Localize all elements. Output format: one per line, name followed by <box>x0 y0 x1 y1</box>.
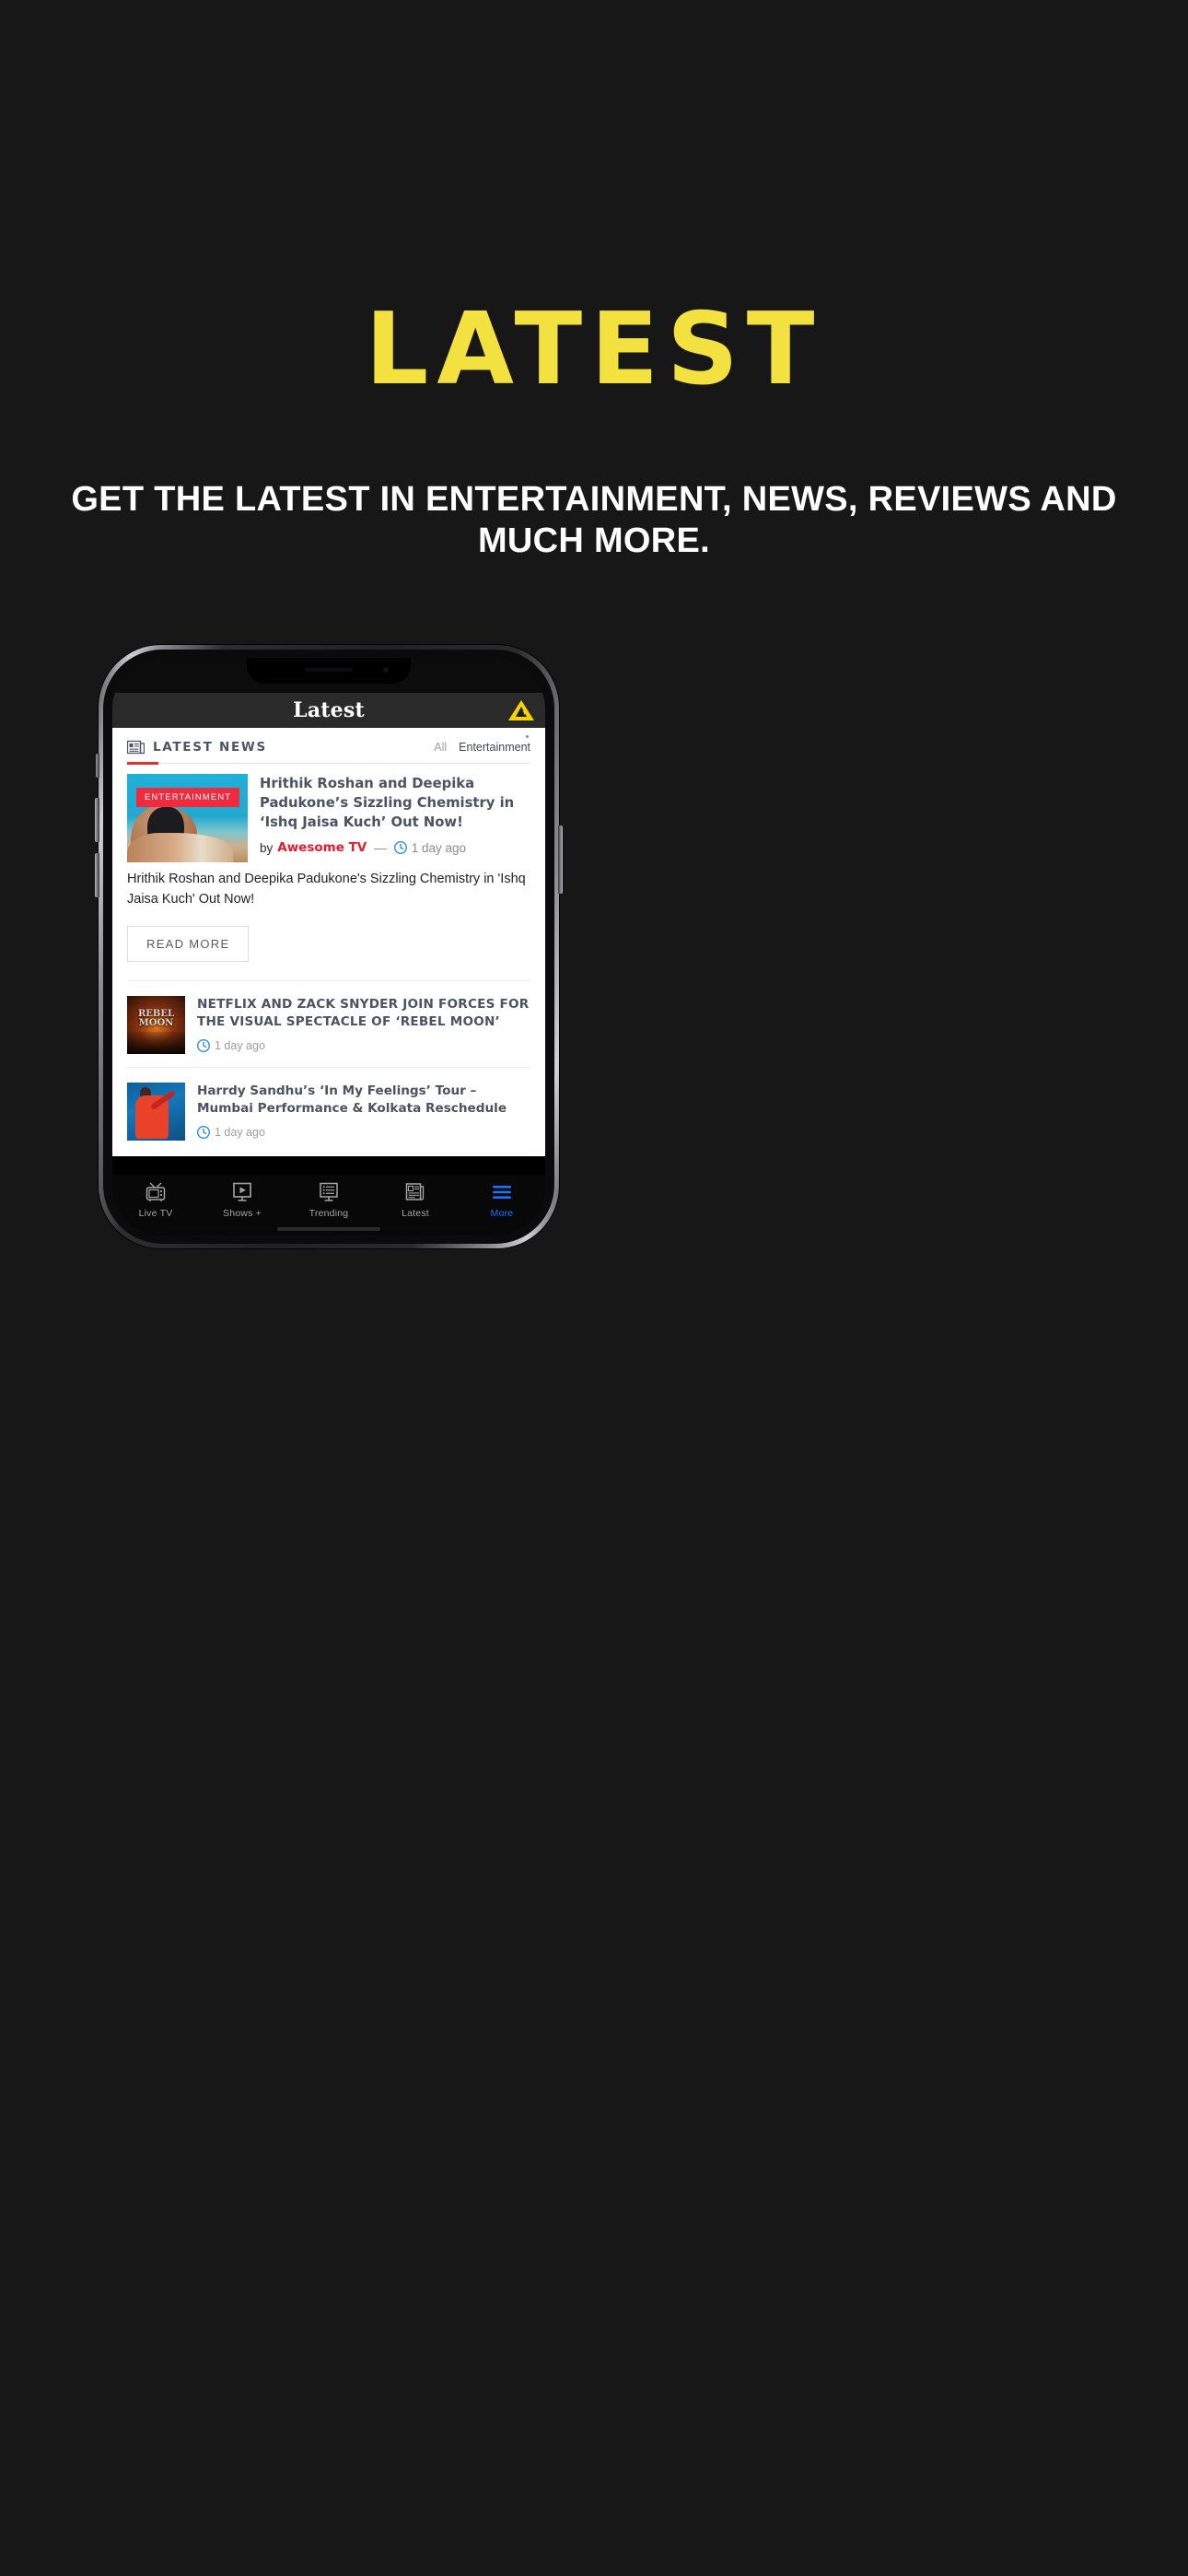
author-link[interactable]: Awesome TV <box>277 840 367 855</box>
article-title[interactable]: Harrdy Sandhu’s ‘In My Feelings’ Tour – … <box>197 1083 530 1118</box>
filter-all[interactable]: All <box>434 741 447 754</box>
tab-label: Shows + <box>223 1208 262 1219</box>
promo-subtitle: GET THE LATEST IN ENTERTAINMENT, NEWS, R… <box>71 480 1117 560</box>
by-label: by <box>260 840 274 855</box>
article-meta: 1 day ago <box>196 1125 530 1139</box>
featured-thumbnail[interactable]: ENTERTAINMENT <box>127 774 248 862</box>
list-item[interactable]: Harrdy Sandhu’s ‘In My Feelings’ Tour – … <box>112 1068 545 1153</box>
overflow-dot[interactable] <box>526 735 529 738</box>
volume-down-button <box>95 853 99 897</box>
volume-up-button <box>95 798 99 842</box>
article-time-ago: 1 day ago <box>215 1038 265 1052</box>
bottom-navigation: Live TV Shows + Trending Latest More <box>112 1175 545 1235</box>
featured-meta: by Awesome TV — 1 day ago <box>260 840 530 855</box>
article-title[interactable]: NETFLIX AND ZACK SNYDER JOIN FORCES FOR … <box>197 996 530 1032</box>
clock-icon <box>196 1125 211 1139</box>
list-item[interactable]: REBEL MOON NETFLIX AND ZACK SNYDER JOIN F… <box>112 981 545 1067</box>
promo-page: LATEST GET THE LATEST IN ENTERTAINMENT, … <box>0 0 1188 2576</box>
article-time-ago: 1 day ago <box>215 1125 265 1139</box>
triangle-a-logo-icon[interactable] <box>507 698 535 722</box>
app-header: Latest <box>112 693 545 728</box>
tab-label: Live TV <box>138 1208 173 1219</box>
section-title: LATEST NEWS <box>153 740 267 755</box>
latest-news-header: LATEST NEWS All Entertainment <box>112 728 545 763</box>
featured-time-ago: 1 day ago <box>411 840 467 855</box>
article-thumbnail[interactable]: REBEL MOON <box>127 996 185 1055</box>
tab-shows[interactable]: Shows + <box>199 1181 285 1219</box>
category-badge: ENTERTAINMENT <box>136 788 240 807</box>
content-fade <box>112 1143 545 1156</box>
phone-bezel: Latest LATEST NEWS All Entertainment ENT… <box>103 650 554 1244</box>
home-indicator <box>277 1227 380 1231</box>
newspaper-icon <box>403 1181 427 1203</box>
silent-switch <box>96 754 99 778</box>
app-content: LATEST NEWS All Entertainment ENTERTAINM… <box>112 728 545 1156</box>
article-thumbnail[interactable] <box>127 1083 185 1142</box>
app-header-title: Latest <box>293 698 365 722</box>
tab-more[interactable]: More <box>459 1181 545 1219</box>
promo-title: LATEST <box>365 292 823 407</box>
tab-label: More <box>490 1208 514 1219</box>
list-monitor-icon <box>317 1181 341 1203</box>
read-more-button[interactable]: READ MORE <box>127 926 250 963</box>
tv-icon <box>144 1181 168 1203</box>
front-camera-icon <box>383 667 389 673</box>
phone-mockup: Latest LATEST NEWS All Entertainment ENT… <box>95 645 563 1248</box>
article-meta: 1 day ago <box>196 1038 530 1052</box>
clock-icon <box>196 1038 211 1052</box>
power-button <box>558 825 563 894</box>
tab-label: Trending <box>309 1208 349 1219</box>
section-divider <box>127 762 530 765</box>
earpiece-speaker <box>305 668 353 672</box>
meta-separator: — <box>374 840 387 855</box>
featured-title[interactable]: Hrithik Roshan and Deepika Padukone’s Si… <box>260 774 530 832</box>
tab-latest[interactable]: Latest <box>372 1181 459 1219</box>
featured-article[interactable]: ENTERTAINMENT Hrithik Roshan and Deepika… <box>112 764 545 963</box>
clock-icon <box>393 840 407 855</box>
phone-screen: Latest LATEST NEWS All Entertainment ENT… <box>112 658 545 1235</box>
newspaper-icon <box>126 740 146 755</box>
hamburger-icon <box>490 1181 514 1203</box>
tab-trending[interactable]: Trending <box>285 1181 372 1219</box>
featured-excerpt: Hrithik Roshan and Deepika Padukone's Si… <box>127 872 526 907</box>
play-monitor-icon <box>230 1181 254 1203</box>
notch <box>247 658 411 684</box>
tab-label: Latest <box>402 1208 429 1219</box>
tab-live-tv[interactable]: Live TV <box>112 1181 199 1219</box>
filter-entertainment[interactable]: Entertainment <box>459 741 530 754</box>
filter-group: All Entertainment <box>434 741 530 754</box>
